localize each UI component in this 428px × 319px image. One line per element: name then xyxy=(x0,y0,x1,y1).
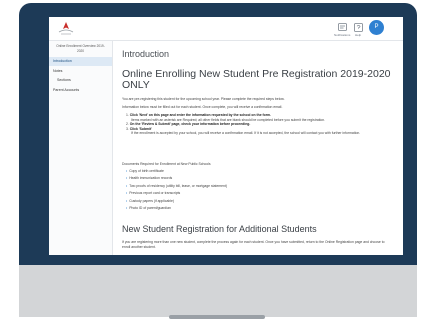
list-item: Health immunization records xyxy=(126,175,388,182)
list-item: Custody papers (if applicable) xyxy=(126,198,388,205)
notifications-icon[interactable] xyxy=(337,22,348,33)
app-screen: Notifications Help P Online Enrollment O… xyxy=(49,17,403,255)
laptop-notch xyxy=(169,315,265,319)
sidebar-item-notes[interactable]: Notes xyxy=(49,67,112,76)
page-heading: Introduction xyxy=(122,49,170,59)
main-content: Introduction Online Enrolling New Studen… xyxy=(122,41,397,255)
sidebar-item-parent-accounts[interactable]: Parent Accounts xyxy=(49,86,112,95)
documents-heading: Documents Required for Enrollment at New… xyxy=(122,162,211,166)
top-bar: Notifications Help P xyxy=(49,17,403,41)
help-label: Help xyxy=(355,33,362,37)
list-item: Copy of birth certificate xyxy=(126,168,388,175)
sidebar-item-introduction[interactable]: Introduction xyxy=(49,57,112,66)
sidebar-title: Online Enrollment Overview 2019-2020 xyxy=(56,44,105,53)
additional-text: If you are registering more than one new… xyxy=(122,240,385,249)
school-logo-icon xyxy=(58,22,74,35)
documents-list: Copy of birth certificate Health immuniz… xyxy=(126,168,388,212)
instructions-text: Information below must be filled out for… xyxy=(122,105,283,109)
steps-list: 1. Click 'Next' on this page and enter t… xyxy=(126,113,388,136)
section-heading-additional: New Student Registration for Additional … xyxy=(122,224,317,234)
list-item: Previous report card or transcripts xyxy=(126,190,388,197)
laptop-base xyxy=(19,265,417,317)
notifications-label: Notifications xyxy=(334,33,351,37)
sidebar-item-sections[interactable]: Sections xyxy=(49,76,112,85)
laptop-device: Notifications Help P Online Enrollment O… xyxy=(19,3,417,319)
sidebar: Online Enrollment Overview 2019-2020 Int… xyxy=(49,41,113,255)
intro-text: You are pre-registering this student for… xyxy=(122,97,285,101)
list-item: Photo ID of parent/guardian xyxy=(126,205,388,212)
user-avatar[interactable]: P xyxy=(369,20,384,35)
help-icon[interactable] xyxy=(353,22,364,33)
step-detail: If the enrollment is accepted by your sc… xyxy=(131,131,361,136)
list-item: Two proofs of residency (utility bill, l… xyxy=(126,183,388,190)
page-title: Online Enrolling New Student Pre Registr… xyxy=(122,68,391,91)
